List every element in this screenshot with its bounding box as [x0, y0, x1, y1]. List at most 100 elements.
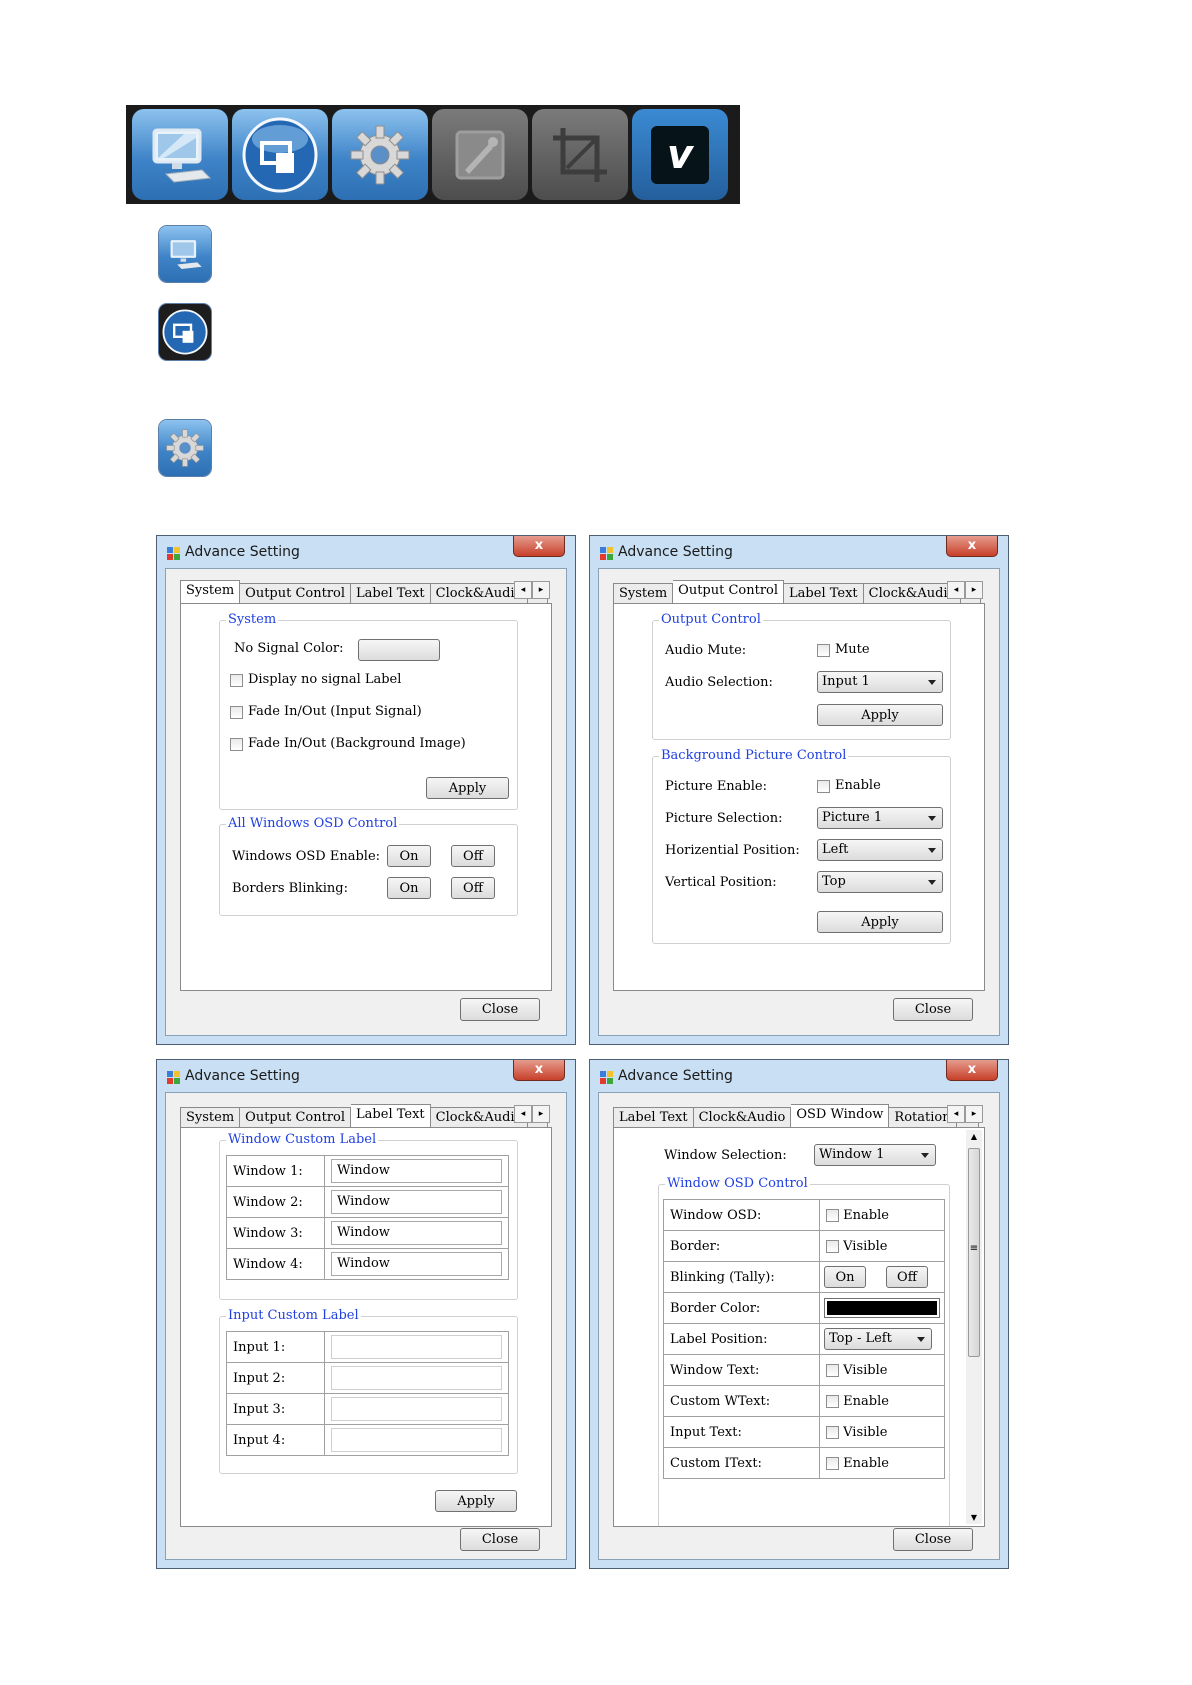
tab-scroll-left-icon[interactable]: ◂ [947, 1105, 965, 1123]
custom-wtext-checkbox[interactable] [826, 1394, 839, 1408]
tab-osd-window[interactable]: OSD Window [791, 1104, 890, 1129]
mute-label: Mute [835, 642, 870, 657]
input-1-field[interactable] [331, 1335, 502, 1359]
window-close-button[interactable]: x [946, 536, 998, 557]
window-close-button[interactable]: x [513, 536, 565, 557]
table-row: Border Color: [663, 1292, 945, 1324]
scroll-up-icon[interactable]: ▲ [966, 1132, 982, 1141]
background-apply-button[interactable]: Apply [817, 911, 943, 933]
close-button[interactable]: Close [460, 998, 540, 1021]
tab-label-text[interactable]: Label Text [784, 583, 864, 605]
tab-output-control[interactable]: Output Control [240, 583, 352, 605]
mute-checkbox[interactable] [817, 644, 830, 657]
tab-system[interactable]: System [613, 583, 674, 605]
vertical-position-dropdown[interactable]: Top [817, 871, 943, 893]
display-no-signal-label: Display no signal Label [248, 672, 402, 687]
tab-label-text[interactable]: Label Text [351, 583, 431, 605]
group-title: Input Custom Label [226, 1308, 361, 1323]
window-4-input[interactable]: Window [331, 1252, 502, 1276]
tab-label-text[interactable]: Label Text [351, 1104, 431, 1129]
no-signal-color-button[interactable] [358, 639, 440, 661]
scroll-thumb[interactable]: ≡ [968, 1148, 980, 1357]
tab-label-text[interactable]: Label Text [613, 1107, 694, 1129]
tab-scroll-right-icon[interactable]: ▸ [532, 1105, 550, 1123]
advance-setting-dialog-osd: Advance Setting x Label Text Clock&Audio… [589, 1059, 1009, 1569]
tab-output-control[interactable]: Output Control [673, 580, 785, 605]
tab-scroll-left-icon[interactable]: ◂ [947, 581, 965, 599]
fade-input-checkbox[interactable] [230, 706, 243, 719]
tab-scroll-right-icon[interactable]: ▸ [532, 581, 550, 599]
input-text-label: Input Text: [663, 1416, 820, 1448]
window-osd-checkbox[interactable] [826, 1208, 839, 1222]
blinking-off-button[interactable]: Off [451, 877, 495, 899]
window-close-button[interactable]: x [946, 1060, 998, 1081]
blinking-on-button[interactable]: On [824, 1266, 866, 1288]
tab-scroll: ◂ ▸ [514, 581, 550, 599]
picture-enable-checkbox[interactable] [817, 780, 830, 793]
advance-setting-dialog-output: Advance Setting x System Output Control … [589, 535, 1009, 1045]
border-color-swatch[interactable] [824, 1298, 940, 1318]
tab-system[interactable]: System [180, 1107, 241, 1129]
close-button[interactable]: Close [893, 998, 973, 1021]
tab-system[interactable]: System [180, 580, 241, 605]
osd-enable-off-button[interactable]: Off [451, 845, 495, 867]
apply-button[interactable]: Apply [426, 777, 509, 799]
window-2-label: Window 2: [226, 1186, 325, 1218]
tab-output-control[interactable]: Output Control [240, 1107, 352, 1129]
window-2-input[interactable]: Window [331, 1190, 502, 1214]
input-2-field[interactable] [331, 1366, 502, 1390]
scroll-down-icon[interactable]: ▼ [966, 1513, 982, 1522]
system-tab-panel: System No Signal Color: Display no signa… [180, 603, 552, 991]
window-3-input[interactable]: Window [331, 1221, 502, 1245]
label-position-dropdown[interactable]: Top - Left [824, 1328, 932, 1350]
main-toolbar: v [126, 105, 740, 204]
app-icon [167, 547, 181, 561]
tab-scroll-left-icon[interactable]: ◂ [514, 581, 532, 599]
audio-selection-dropdown[interactable]: Input 1 [817, 671, 943, 693]
tab-scroll-right-icon[interactable]: ▸ [965, 1105, 983, 1123]
vertical-scrollbar[interactable]: ▲ ≡ ▼ [966, 1130, 982, 1524]
blinking-on-button[interactable]: On [387, 877, 431, 899]
blinking-off-button[interactable]: Off [886, 1266, 928, 1288]
display-settings-icon[interactable] [132, 109, 228, 200]
fade-bg-checkbox[interactable] [230, 738, 243, 751]
output-apply-button[interactable]: Apply [817, 704, 943, 726]
table-row: Input 3: [226, 1393, 509, 1425]
window-selection-dropdown[interactable]: Window 1 [814, 1144, 936, 1166]
osd-enable-on-button[interactable]: On [387, 845, 431, 867]
enable-label: Enable [843, 1455, 889, 1471]
table-row: Window 1: Window [226, 1155, 509, 1187]
window-1-input[interactable]: Window [331, 1159, 502, 1183]
tab-scroll-left-icon[interactable]: ◂ [514, 1105, 532, 1123]
window-control-icon[interactable] [232, 109, 328, 200]
input-custom-label-group: Input Custom Label Input 1: Input 2: Inp… [219, 1308, 518, 1474]
input-3-label: Input 3: [226, 1393, 325, 1425]
border-checkbox[interactable] [826, 1239, 839, 1253]
close-button[interactable]: Close [460, 1528, 540, 1551]
input-text-checkbox[interactable] [826, 1425, 839, 1439]
horizontal-position-dropdown[interactable]: Left [817, 839, 943, 861]
advance-setting-dialog-label: Advance Setting x System Output Control … [156, 1059, 576, 1569]
window-close-button[interactable]: x [513, 1060, 565, 1081]
border-color-label: Border Color: [663, 1292, 820, 1324]
output-control-tab-panel: Output Control Audio Mute: Mute Audio Se… [613, 603, 985, 991]
label-apply-button[interactable]: Apply [435, 1490, 517, 1512]
input-3-field[interactable] [331, 1397, 502, 1421]
window-label-table: Window 1: Window Window 2: Window Window 3… [226, 1155, 509, 1280]
fade-bg-label: Fade In/Out (Background Image) [248, 736, 466, 751]
close-button[interactable]: Close [893, 1528, 973, 1551]
input-4-field[interactable] [331, 1428, 502, 1452]
window-text-checkbox[interactable] [826, 1363, 839, 1377]
tab-scroll-right-icon[interactable]: ▸ [965, 581, 983, 599]
audio-selection-label: Audio Selection: [665, 675, 773, 690]
scroll-grip-icon: ≡ [969, 1243, 979, 1254]
settings-gear-icon[interactable] [332, 109, 428, 200]
display-no-signal-checkbox[interactable] [230, 674, 243, 687]
custom-wtext-label: Custom WText: [663, 1385, 820, 1417]
enable-label: Enable [835, 778, 881, 793]
no-signal-color-label: No Signal Color: [234, 641, 344, 656]
picture-selection-dropdown[interactable]: Picture 1 [817, 807, 943, 829]
custom-itext-checkbox[interactable] [826, 1456, 839, 1470]
vimeo-icon[interactable]: v [632, 109, 728, 200]
tab-clock-audio[interactable]: Clock&Audio [693, 1107, 792, 1129]
